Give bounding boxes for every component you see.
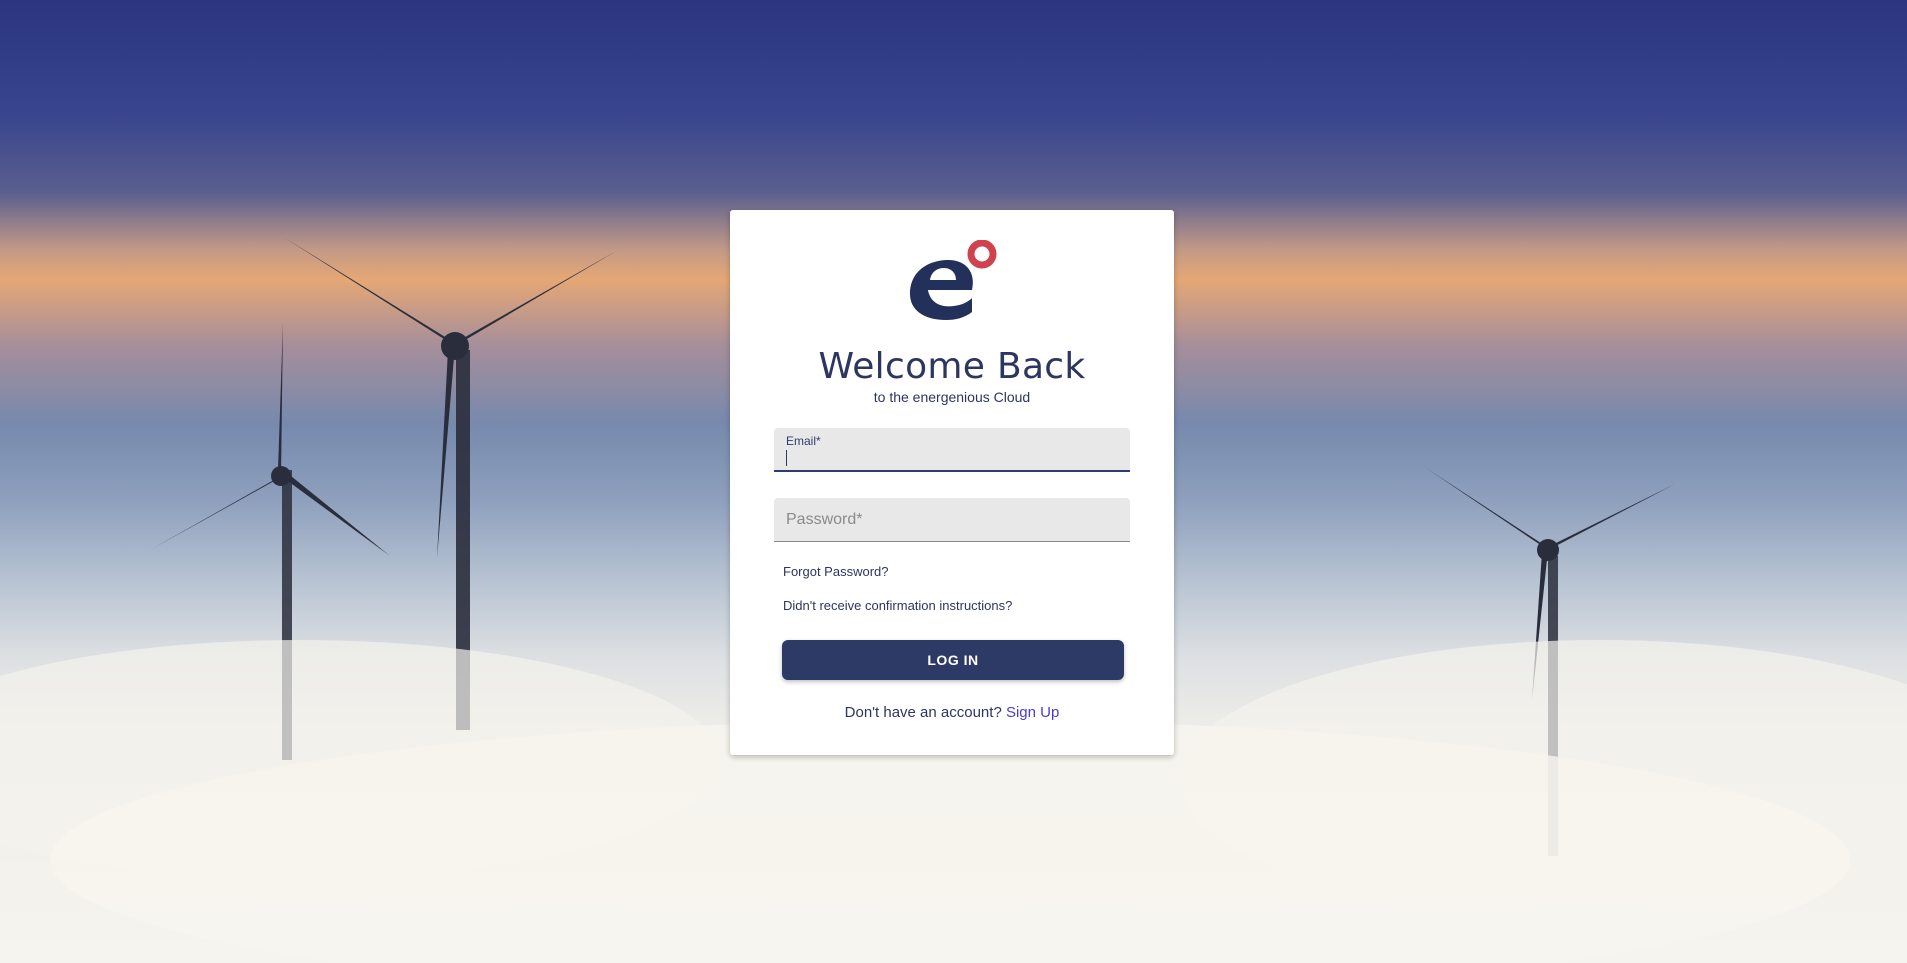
text-caret [786, 450, 787, 466]
password-field[interactable]: Password* [774, 498, 1130, 542]
login-button[interactable]: LOG IN [782, 640, 1124, 680]
page-subtitle: to the energenious Cloud [873, 389, 1031, 405]
signup-prompt: Don't have an account? [844, 704, 1002, 721]
login-card: Welcome Back to the energenious Cloud Em… [730, 210, 1174, 755]
password-field-label: Password* [786, 511, 863, 528]
confirmation-instructions-link[interactable]: Didn't receive confirmation instructions… [783, 598, 1012, 613]
forgot-password-link[interactable]: Forgot Password? [783, 564, 889, 579]
signup-link[interactable]: Sign Up [1006, 704, 1059, 721]
energenious-e-logo-icon [910, 240, 997, 320]
page-title: Welcome Back [818, 346, 1086, 387]
signup-row: Don't have an account? Sign Up [730, 704, 1174, 721]
email-field-label: Email* [786, 434, 821, 448]
email-field[interactable]: Email* [774, 428, 1130, 472]
